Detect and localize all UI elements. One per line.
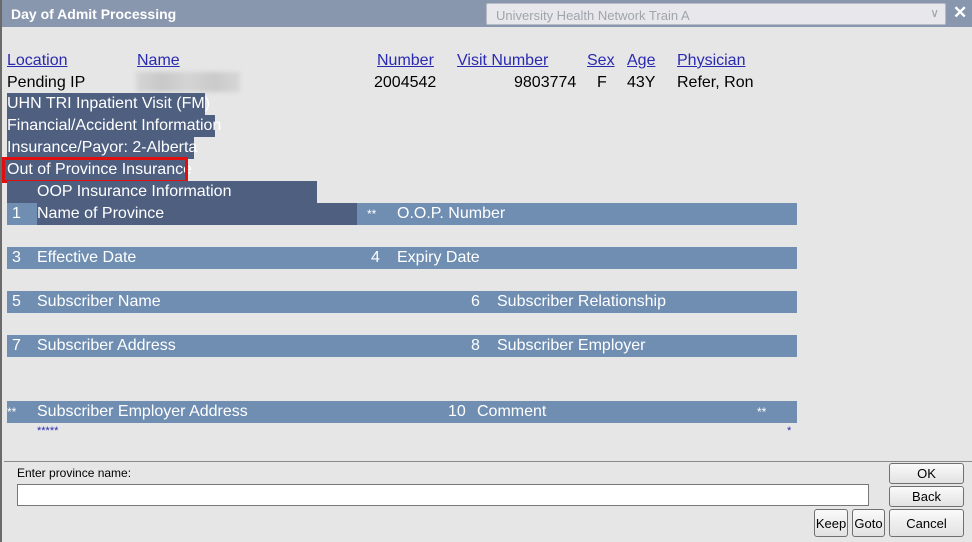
column-number[interactable]: Number — [377, 51, 434, 71]
patient-number: 2004542 — [374, 74, 437, 91]
field-number: 7 — [12, 337, 21, 354]
form-row-9: ** Subscriber Employer Address 10 Commen… — [7, 401, 797, 423]
field-oop-number[interactable]: O.O.P. Number — [397, 203, 505, 225]
field-subscriber-address[interactable]: Subscriber Address — [37, 335, 176, 357]
column-sex[interactable]: Sex — [587, 51, 615, 71]
field-name-of-province[interactable]: Name of Province — [37, 203, 164, 225]
field-comment[interactable]: Comment — [477, 401, 546, 423]
breadcrumb-insurance-payor[interactable]: Insurance/Payor: 2-Alberta — [7, 137, 197, 159]
field-required-marker: ** — [757, 405, 767, 419]
field-expiry-date[interactable]: Expiry Date — [397, 247, 480, 269]
breadcrumb-out-of-province[interactable]: Out of Province Insurance — [2, 157, 192, 183]
back-button[interactable]: Back — [889, 486, 964, 507]
close-icon[interactable]: ✕ — [953, 3, 967, 23]
window-title: Day of Admit Processing — [11, 6, 177, 22]
prompt-label: Enter province name: — [17, 466, 132, 480]
field-subscriber-employer[interactable]: Subscriber Employer — [497, 335, 646, 357]
field-number: 5 — [12, 293, 21, 310]
app-window: Day of Admit Processing University Healt… — [0, 0, 972, 542]
column-age[interactable]: Age — [627, 51, 655, 71]
patient-sex: F — [597, 74, 607, 91]
cancel-button[interactable]: Cancel — [889, 509, 964, 537]
column-visit-number[interactable]: Visit Number — [457, 51, 548, 71]
patient-physician: Refer, Ron — [677, 74, 754, 91]
field-number: 8 — [471, 337, 480, 354]
column-physician[interactable]: Physician — [677, 51, 745, 71]
field-subscriber-employer-address[interactable]: Subscriber Employer Address — [37, 401, 248, 423]
field-number: 6 — [471, 293, 480, 310]
field-subscriber-name[interactable]: Subscriber Name — [37, 291, 161, 313]
form-row-1: 1 Name of Province ** O.O.P. Number — [7, 203, 797, 225]
column-name[interactable]: Name — [137, 51, 180, 71]
chevron-down-icon: ∨ — [930, 6, 939, 20]
field-number: 10 — [448, 403, 466, 420]
form-row-3: 3 Effective Date 4 Expiry Date — [7, 247, 797, 269]
form-row-7: 7 Subscriber Address 8 Subscriber Employ… — [7, 335, 797, 357]
divider — [4, 461, 972, 462]
more-fields-indicator-left: ***** — [37, 425, 59, 437]
form-row-5: 5 Subscriber Name 6 Subscriber Relations… — [7, 291, 797, 313]
section-header: OOP Insurance Information — [7, 181, 317, 203]
breadcrumb-visit[interactable]: UHN TRI Inpatient Visit (FM) — [7, 93, 210, 115]
section-title: OOP Insurance Information — [37, 183, 232, 200]
title-bar: Day of Admit Processing University Healt… — [2, 0, 972, 27]
environment-value: University Health Network Train A — [496, 8, 690, 23]
field-subscriber-relationship[interactable]: Subscriber Relationship — [497, 291, 666, 313]
column-location[interactable]: Location — [7, 51, 68, 71]
field-required-marker: ** — [367, 207, 377, 221]
field-required-marker: ** — [7, 405, 17, 419]
visit-number: 9803774 — [514, 74, 577, 91]
keep-button[interactable]: Keep — [814, 509, 848, 537]
province-name-input[interactable] — [17, 484, 869, 506]
patient-age: 43Y — [627, 74, 656, 91]
breadcrumb-financial[interactable]: Financial/Accident Information — [7, 115, 221, 137]
patient-location: Pending IP — [7, 74, 86, 91]
field-number: 4 — [371, 249, 380, 266]
field-number: 3 — [12, 249, 21, 266]
more-fields-indicator-right: * — [787, 425, 792, 437]
environment-select[interactable]: University Health Network Train A ∨ — [486, 3, 946, 25]
field-number: 1 — [12, 205, 21, 222]
patient-name-redacted — [136, 72, 240, 92]
field-effective-date[interactable]: Effective Date — [37, 247, 136, 269]
goto-button[interactable]: Goto — [852, 509, 885, 537]
ok-button[interactable]: OK — [889, 463, 964, 484]
